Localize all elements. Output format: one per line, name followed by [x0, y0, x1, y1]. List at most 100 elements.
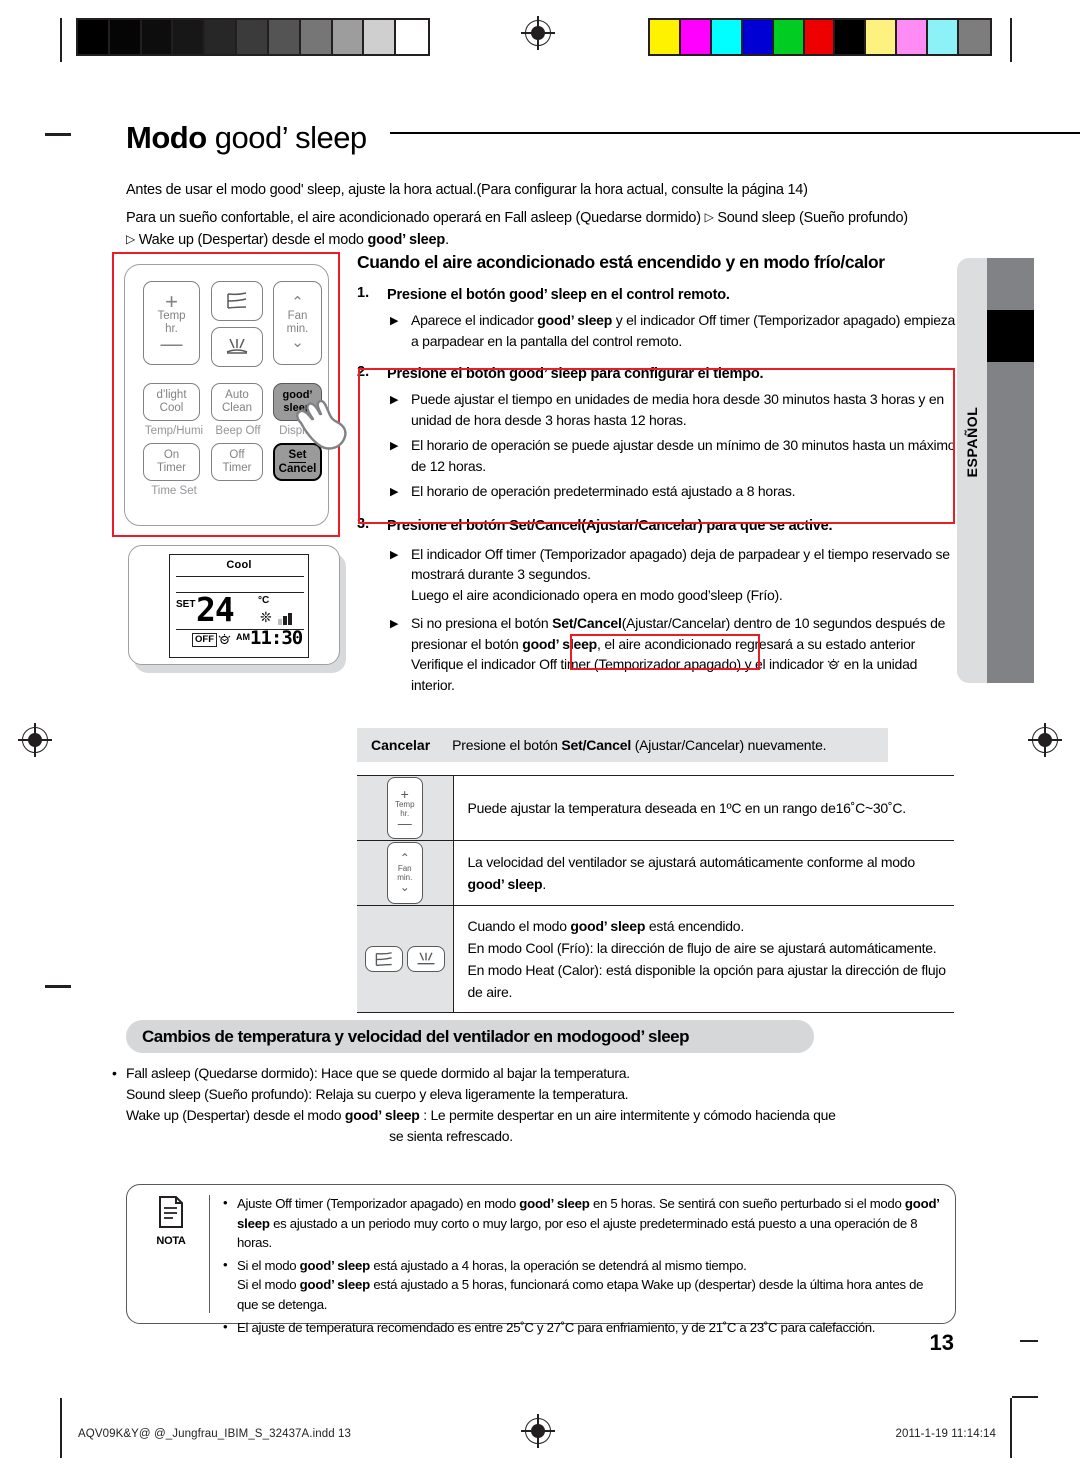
- remote-clean-label: Clean: [221, 402, 253, 414]
- remote-time-set-sublabel: Time Set: [151, 485, 197, 497]
- bullet-a: El indicador Off timer (Temporizador apa…: [411, 545, 950, 583]
- remote-on-timer-button[interactable]: On Timer: [143, 443, 200, 481]
- step-number: 2.: [357, 364, 370, 380]
- lcd-degree-unit: °C: [258, 595, 270, 606]
- arrow-bullet-icon: ▶: [390, 394, 399, 406]
- remote-airflow-up-button[interactable]: [211, 281, 263, 321]
- bullet-item: ▶ El indicador Off timer (Temporizador ap…: [387, 544, 957, 606]
- lcd-off-badge: OFF: [192, 633, 217, 647]
- arrow-bullet-icon: ▶: [390, 440, 399, 452]
- step-title-b: (Ajustar/Cancelar) para que se active.: [581, 517, 833, 534]
- arrow-bullet-icon: ▶: [390, 548, 399, 561]
- step-title: Presione el botón good’ sleep en el cont…: [387, 285, 957, 306]
- language-tab[interactable]: ESPAÑOL: [957, 258, 987, 683]
- page-title-brand: good’ sleep: [214, 120, 367, 155]
- chevron-down-icon: ⌄: [291, 334, 304, 351]
- arrow-bullet-icon: ▶: [390, 315, 399, 327]
- temp-label: Temp: [394, 800, 415, 809]
- lcd-temperature-value: 24: [196, 590, 235, 629]
- remote-dlight-cool-button[interactable]: d’light Cool: [143, 383, 200, 421]
- note-item: • Si el modo good’ sleep está ajustado a …: [223, 1256, 943, 1315]
- arrow-bullet-icon: ▶: [390, 618, 399, 630]
- footer-rule-right: [1010, 1398, 1012, 1458]
- table-row: + Temp hr. — Puede ajustar la temperatur…: [357, 775, 954, 841]
- bullet-item: ▶ El horario de operación se puede ajusta…: [387, 435, 957, 476]
- bullet-a2: Luego el aire acondicionado opera en mod…: [411, 586, 783, 603]
- airflow-line1-brand: good’ sleep: [570, 918, 646, 934]
- intro-line-3c: .: [445, 232, 449, 248]
- title-rule: [390, 132, 1080, 134]
- note-box: NOTA • Ajuste Off timer (Temporizador apa…: [126, 1184, 956, 1335]
- remote-auto-clean-button[interactable]: Auto Clean: [211, 383, 263, 421]
- triangle-icon: ▷: [126, 232, 135, 246]
- bullet-dot-icon: •: [223, 1318, 228, 1334]
- note-icon-group: NOTA: [143, 1195, 199, 1247]
- bullet-a: El horario de operación predeterminado e…: [411, 483, 796, 499]
- main-instructions: Cuando el aire acondicionado está encend…: [357, 252, 957, 704]
- airflow-down-glyph: [417, 951, 435, 964]
- step-title-a: Presione el botón: [387, 366, 510, 382]
- step-3: 3. Presione el botón Set/Cancel(Ajustar/…: [357, 516, 957, 696]
- temp-button-icon: + Temp hr. —: [386, 777, 423, 839]
- chevron-up-icon: ⌃: [399, 851, 410, 865]
- minus-icon: —: [160, 331, 183, 356]
- airflow-line1-a: Cuando el modo: [467, 918, 571, 934]
- note-0-c: es ajustado a un periodo muy corto o muy…: [237, 1215, 918, 1251]
- bullet-brand: Set/Cancel: [552, 615, 622, 631]
- pointing-hand-icon: [296, 399, 347, 450]
- bullet-a: Puede ajustar el tiempo en unidades de m…: [411, 391, 944, 428]
- airflow-button-icon-cell: [357, 905, 454, 1013]
- remote-temp-button[interactable]: + Temp hr. —: [143, 281, 200, 365]
- note-list: • Ajuste Off timer (Temporizador apagado)…: [223, 1194, 943, 1340]
- lcd-divider: [176, 576, 304, 577]
- steps-list: 1. Presione el botón good’ sleep en el c…: [357, 285, 957, 695]
- lcd-time-value: 11:30: [250, 627, 303, 649]
- remote-airflow-down-button[interactable]: [211, 327, 263, 367]
- lcd-set-label: SET: [176, 599, 196, 610]
- bullet-dot-icon: •: [112, 1065, 117, 1081]
- remote-beep-off-sublabel: Beep Off: [215, 425, 261, 437]
- note-item: • El ajuste de temperatura recomendado es…: [223, 1318, 943, 1338]
- fan-desc-a: La velocidad del ventilador se ajustará …: [467, 854, 916, 870]
- cancel-label: Cancelar: [371, 737, 431, 753]
- bullet-a: Si no presiona el botón: [411, 615, 553, 631]
- manual-page: Modo good’ sleep Antes de usar el modo g…: [0, 0, 1080, 1476]
- changes-line-2: Sound sleep (Sueño profundo): Relaja su …: [126, 1086, 629, 1102]
- minus-icon: —: [397, 815, 412, 831]
- language-index-active-marker: [987, 310, 1034, 362]
- remote-fan-button[interactable]: ⌃ Fan min. ⌄: [273, 281, 322, 365]
- note-1-b: está ajustado a 4 horas, la operación se…: [370, 1257, 747, 1273]
- page-title-prefix: Modo: [126, 120, 215, 155]
- note-0-a: Ajuste Off timer (Temporizador apagado) …: [237, 1196, 520, 1211]
- remote-cool-label: Cool: [159, 402, 184, 414]
- note-label: NOTA: [156, 1235, 186, 1247]
- table-row: ⌃ Fan min. ⌄ La velocidad del ventilador…: [357, 840, 954, 906]
- triangle-icon: ▷: [704, 210, 714, 224]
- note-item: • Ajuste Off timer (Temporizador apagado)…: [223, 1194, 943, 1253]
- step-title-a: Presione el botón: [387, 517, 510, 534]
- intro-line-2: Para un sueño confortable, el aire acond…: [126, 207, 954, 251]
- fan-button-icon: ⌃ Fan min. ⌄: [386, 842, 423, 904]
- note-1-a: Si el modo: [237, 1257, 300, 1273]
- airflow-line2: En modo Cool (Frío): la dirección de flu…: [467, 940, 937, 956]
- temp-description: Puede ajustar la temperatura deseada en …: [467, 800, 907, 816]
- remote-offtimer-label: Timer: [222, 462, 252, 474]
- footer-rule-left: [60, 1398, 62, 1458]
- lcd-fan-speed-bars: [278, 611, 292, 625]
- note-0-brand: good’ sleep: [519, 1196, 590, 1211]
- page-title: Modo good’ sleep: [126, 116, 1034, 160]
- airflow-line1-b: está encendido.: [645, 918, 744, 934]
- step-bullets: ▶ Puede ajustar el tiempo en unidades de …: [387, 389, 957, 502]
- language-tab-label: ESPAÑOL: [964, 406, 980, 478]
- lcd-mode-label: Cool: [226, 559, 252, 571]
- remote-body: + Temp hr. — ⌃ Fan min. ⌄ d’light Cool A…: [124, 264, 347, 526]
- remote-temp-label: Temp: [157, 310, 186, 322]
- changes-line-1: Fall asleep (Quedarse dormido): Hace que…: [126, 1065, 630, 1081]
- step-bullets: ▶ El indicador Off timer (Temporizador ap…: [387, 544, 957, 696]
- feature-table: + Temp hr. — Puede ajustar la temperatur…: [357, 775, 954, 1013]
- footer-filename: AQV09K&Y@ @_Jungfrau_IBIM_S_32437A.indd …: [78, 1428, 352, 1440]
- remote-off-timer-button[interactable]: Off Timer: [211, 443, 263, 481]
- intro-line-1: Antes de usar el modo good' sleep, ajust…: [126, 182, 808, 198]
- chevron-up-icon: ⌃: [291, 294, 304, 311]
- fan-desc-brand: good’ sleep: [467, 876, 543, 892]
